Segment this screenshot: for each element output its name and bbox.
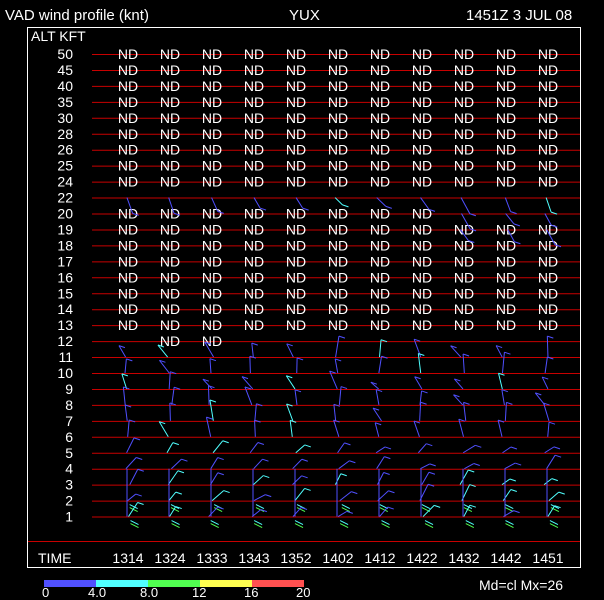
legend-label: 16 (244, 586, 258, 599)
legend-label: 0 (42, 586, 49, 599)
legend-label: 12 (192, 586, 206, 599)
legend-label: 8.0 (140, 586, 158, 599)
speed-legend: 0 4.0 8.0 12 16 20 (0, 0, 604, 599)
legend-label: 4.0 (88, 586, 106, 599)
legend-label: 20 (296, 586, 310, 599)
